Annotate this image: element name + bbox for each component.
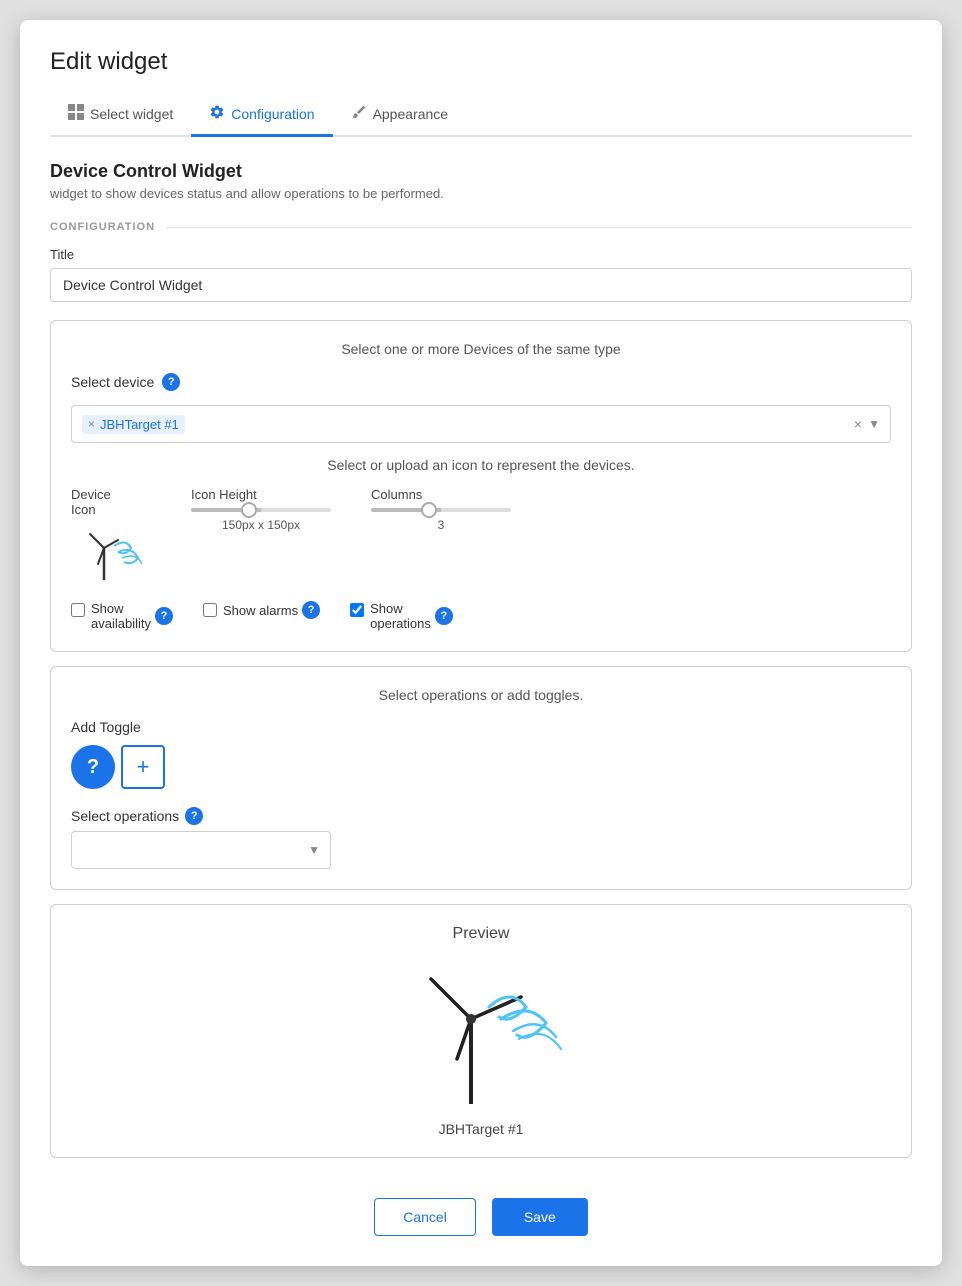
show-operations-group: Showoperations ? — [350, 601, 453, 631]
widget-info: Device Control Widget widget to show dev… — [50, 161, 912, 201]
tab-appearance[interactable]: Appearance — [333, 94, 467, 137]
show-availability-label-wrap: Showavailability ? — [91, 601, 173, 631]
title-input[interactable] — [50, 268, 912, 302]
show-alarms-group: Show alarms ? — [203, 601, 320, 619]
show-operations-checkbox[interactable] — [350, 603, 364, 617]
select-ops-help-icon[interactable]: ? — [185, 807, 203, 825]
show-alarms-text: Show alarms ? — [223, 601, 320, 619]
select-operations-label: Select operations — [71, 808, 179, 824]
tab-appearance-label: Appearance — [373, 106, 449, 122]
show-operations-text: Showoperations ? — [370, 601, 453, 631]
settings-icon — [209, 104, 225, 124]
select-operations-label-row: Select operations ? — [71, 807, 891, 825]
tab-select-widget[interactable]: Select widget — [50, 94, 191, 137]
title-field-label: Title — [50, 247, 912, 262]
ops-dropdown-chevron: ▼ — [308, 843, 320, 857]
clear-select-btn[interactable]: × — [854, 416, 862, 432]
preview-device-name: JBHTarget #1 — [439, 1121, 524, 1137]
columns-slider[interactable] — [371, 508, 511, 512]
icon-height-label: Icon Height — [191, 487, 331, 502]
tab-select-widget-label: Select widget — [90, 106, 173, 122]
config-divider — [167, 227, 912, 228]
icon-height-slider[interactable] — [191, 508, 331, 512]
columns-label: Columns — [371, 487, 511, 502]
operations-dropdown[interactable]: ▼ — [71, 831, 331, 869]
preview-content: JBHTarget #1 — [71, 959, 891, 1137]
footer-buttons: Cancel Save — [50, 1188, 912, 1236]
alarms-help-icon[interactable]: ? — [302, 601, 320, 619]
select-device-label: Select device — [71, 374, 154, 390]
turbine-preview-icon — [381, 959, 581, 1109]
operations-card-header: Select operations or add toggles. — [71, 687, 891, 703]
preview-header: Preview — [71, 925, 891, 943]
show-operations-label-wrap: Showoperations ? — [370, 601, 453, 631]
checkboxes-row: Showavailability ? Show alarms ? — [71, 601, 891, 631]
device-icon-section: DeviceIcon — [71, 487, 151, 585]
availability-help-icon[interactable]: ? — [155, 607, 173, 625]
toggle-add-button[interactable]: + — [121, 745, 165, 789]
device-icon-label: DeviceIcon — [71, 487, 111, 517]
widget-name: Device Control Widget — [50, 161, 912, 182]
widget-description: widget to show devices status and allow … — [50, 186, 912, 201]
tab-configuration[interactable]: Configuration — [191, 94, 332, 137]
select-device-help-icon[interactable]: ? — [162, 373, 180, 391]
show-availability-checkbox[interactable] — [71, 603, 85, 617]
toggle-buttons: ? + — [71, 745, 891, 789]
device-select-box[interactable]: × JBHTarget #1 × ▼ — [71, 405, 891, 443]
icon-upload-header: Select or upload an icon to represent th… — [71, 457, 891, 473]
brush-icon — [351, 104, 367, 124]
save-button[interactable]: Save — [492, 1198, 588, 1236]
icon-height-value: 150px x 150px — [191, 518, 331, 532]
icon-height-group: Icon Height 150px x 150px — [191, 487, 331, 532]
show-alarms-label-wrap: Show alarms ? — [223, 601, 320, 619]
device-icon-img[interactable] — [71, 525, 151, 585]
selected-device-tag: × JBHTarget #1 — [82, 415, 185, 434]
show-availability-group: Showavailability ? — [71, 601, 173, 631]
slider-section: Icon Height 150px x 150px Columns 3 — [191, 487, 891, 532]
device-selection-card: Select one or more Devices of the same t… — [50, 320, 912, 652]
columns-value: 3 — [371, 518, 511, 532]
device-card-header: Select one or more Devices of the same t… — [71, 341, 891, 357]
cancel-button[interactable]: Cancel — [374, 1198, 476, 1236]
edit-widget-modal: Edit widget Select widget Configuration … — [20, 20, 942, 1266]
icon-row: DeviceIcon — [71, 487, 891, 585]
modal-title: Edit widget — [50, 48, 912, 76]
columns-group: Columns 3 — [371, 487, 511, 532]
tab-configuration-label: Configuration — [231, 106, 314, 122]
operations-card: Select operations or add toggles. Add To… — [50, 666, 912, 890]
preview-card: Preview JBHTarget #1 — [50, 904, 912, 1158]
selected-device-name: JBHTarget #1 — [100, 417, 179, 432]
select-device-row: Select device ? — [71, 373, 891, 391]
remove-device-tag[interactable]: × — [88, 417, 95, 431]
show-alarms-checkbox[interactable] — [203, 603, 217, 617]
add-toggle-label: Add Toggle — [71, 719, 891, 735]
grid-icon — [68, 104, 84, 124]
turbine-icon-small — [76, 528, 146, 583]
select-chevron-icon: ▼ — [868, 417, 880, 431]
config-section-label: CONFIGURATION — [50, 221, 167, 233]
show-availability-text: Showavailability ? — [91, 601, 173, 631]
tab-bar: Select widget Configuration Appearance — [50, 94, 912, 137]
config-section-row: CONFIGURATION — [50, 221, 912, 233]
toggle-help-button[interactable]: ? — [71, 745, 115, 789]
operations-help-icon[interactable]: ? — [435, 607, 453, 625]
